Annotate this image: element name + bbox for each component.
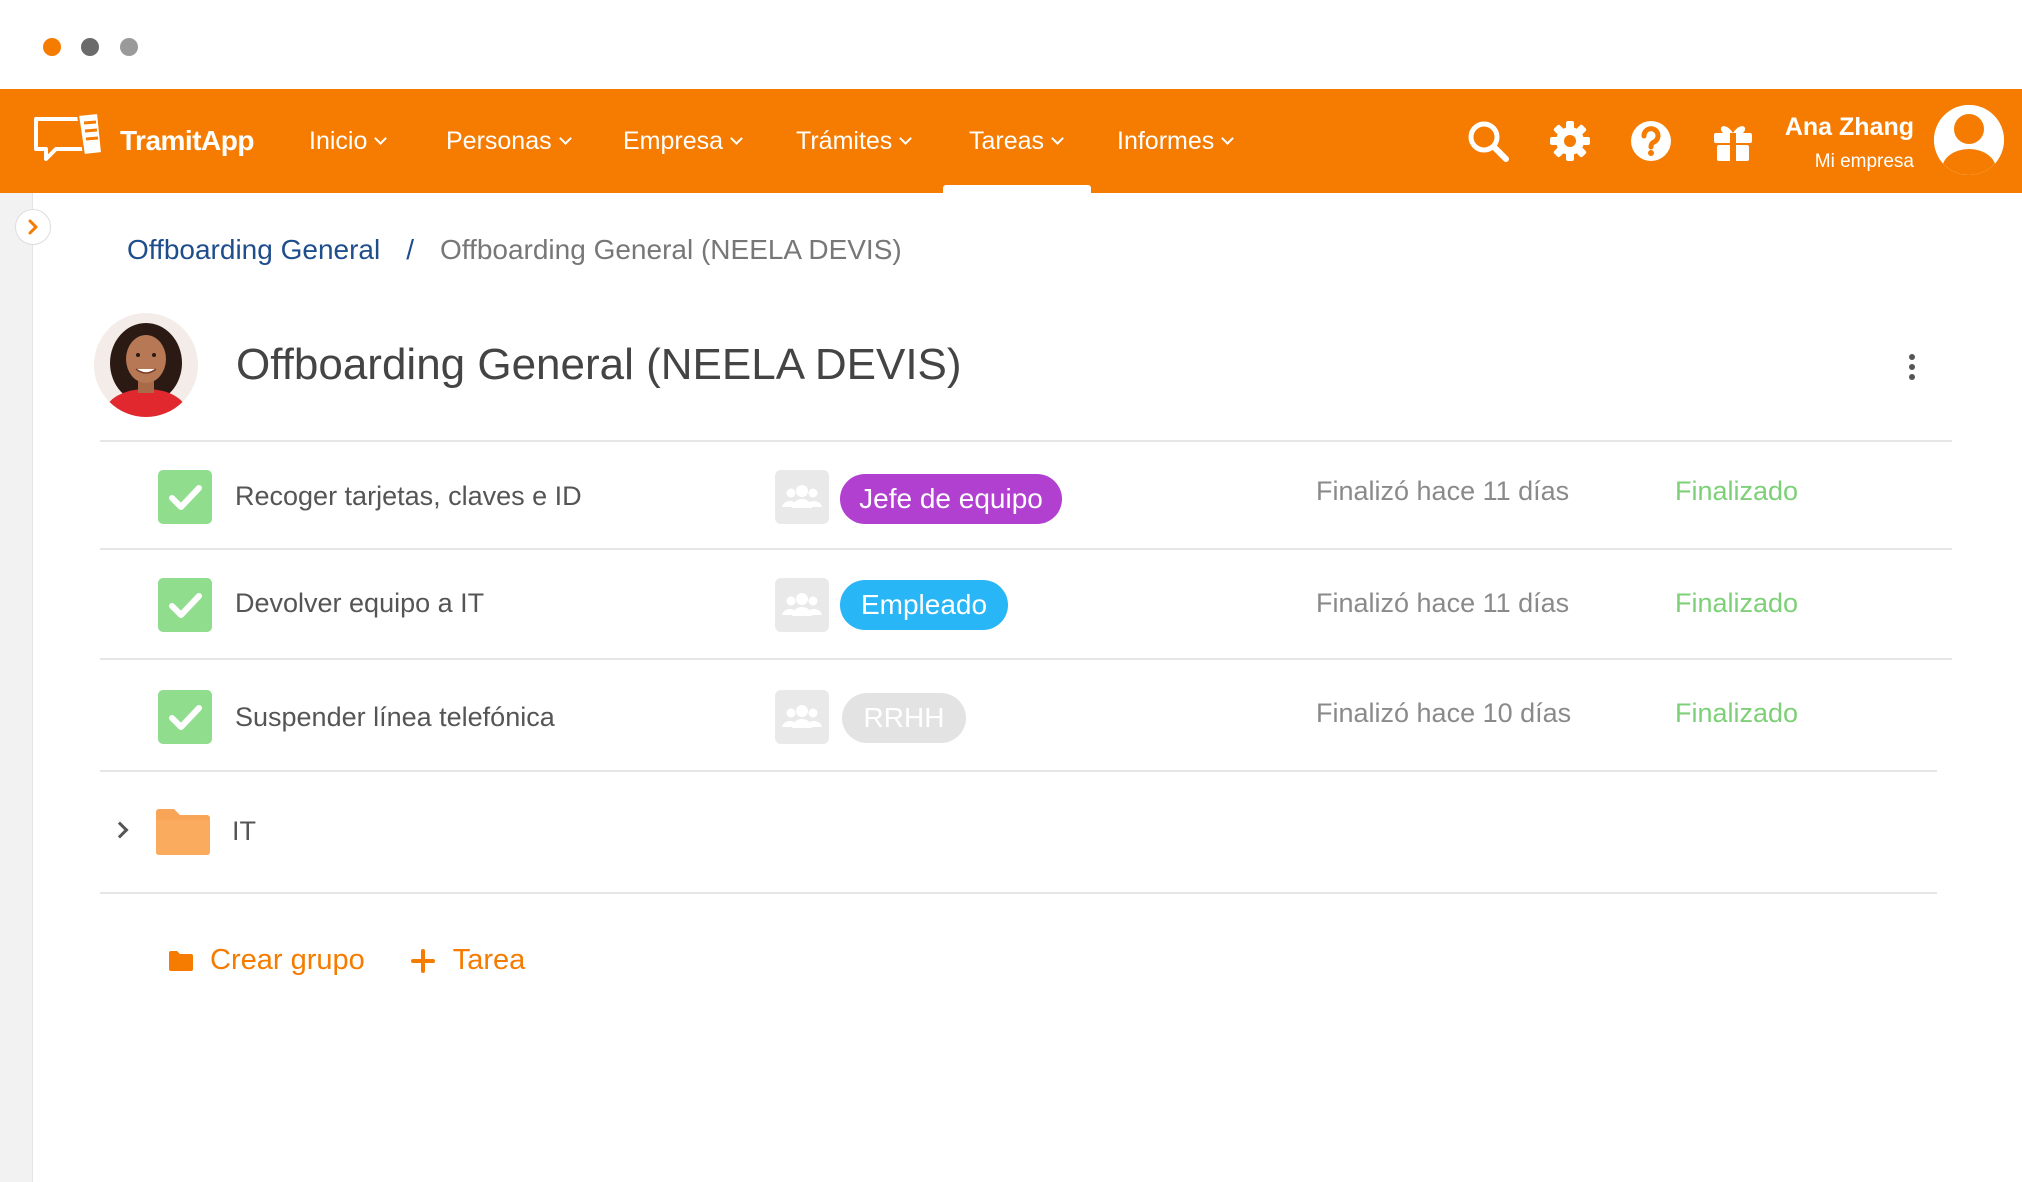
user-avatar-icon bbox=[1934, 105, 2004, 175]
group-icon bbox=[775, 690, 829, 744]
help-icon[interactable] bbox=[1629, 119, 1673, 163]
window-close-dot[interactable] bbox=[43, 38, 61, 56]
search-icon[interactable] bbox=[1466, 119, 1510, 163]
breadcrumb-separator: / bbox=[406, 234, 414, 265]
chevron-down-icon bbox=[374, 131, 388, 145]
folder-row[interactable]: IT bbox=[100, 770, 1937, 894]
gift-icon[interactable] bbox=[1711, 119, 1755, 163]
task-row[interactable]: Suspender línea telefónica RRHH Finalizó… bbox=[100, 658, 1952, 770]
check-icon[interactable] bbox=[158, 470, 212, 524]
breadcrumb-parent-link[interactable]: Offboarding General bbox=[127, 234, 380, 266]
sidebar-toggle-button[interactable] bbox=[15, 209, 51, 245]
nav-label: Trámites bbox=[796, 126, 893, 155]
nav-tramites[interactable]: Trámites bbox=[796, 89, 913, 193]
chevron-right-icon[interactable] bbox=[111, 821, 129, 839]
top-navbar: TramitApp Inicio Personas Empresa Trámit… bbox=[0, 89, 2022, 193]
actions-bar: Crear grupo Tarea bbox=[168, 944, 525, 977]
assignee-badge: Empleado bbox=[840, 580, 1008, 630]
folder-icon bbox=[156, 809, 210, 855]
folder-label[interactable]: IT bbox=[232, 816, 256, 847]
check-icon[interactable] bbox=[158, 578, 212, 632]
window-minimize-dot[interactable] bbox=[81, 38, 99, 56]
chat-logo-icon bbox=[34, 111, 104, 161]
task-name[interactable]: Suspender línea telefónica bbox=[235, 702, 555, 733]
chevron-right-icon bbox=[28, 219, 38, 235]
assignee-badge: Jefe de equipo bbox=[840, 474, 1062, 524]
status-badge: Finalizado bbox=[1675, 588, 1799, 618]
nav-empresa[interactable]: Empresa bbox=[623, 89, 743, 193]
nav-active-indicator bbox=[943, 185, 1091, 193]
create-group-button[interactable]: Crear grupo bbox=[168, 944, 365, 977]
nav-label: Empresa bbox=[623, 126, 724, 155]
nav-personas[interactable]: Personas bbox=[446, 89, 572, 193]
employee-avatar bbox=[94, 313, 198, 417]
app-name: TramitApp bbox=[120, 125, 254, 156]
finished-time: Finalizó hace 11 días bbox=[1316, 476, 1570, 506]
plus-icon bbox=[410, 948, 435, 973]
breadcrumb: Offboarding General / Offboarding Genera… bbox=[127, 234, 902, 266]
window-maximize-dot[interactable] bbox=[120, 38, 138, 56]
gear-icon[interactable] bbox=[1548, 119, 1592, 163]
status-badge: Finalizado bbox=[1675, 476, 1799, 506]
chevron-down-icon bbox=[730, 131, 743, 145]
chevron-down-icon bbox=[1221, 131, 1235, 145]
status-badge: Finalizado bbox=[1675, 698, 1799, 728]
nav-label: Personas bbox=[446, 126, 552, 155]
nav-label: Informes bbox=[1117, 126, 1215, 155]
nav-label: Tareas bbox=[969, 126, 1045, 155]
window-chrome bbox=[0, 0, 2022, 89]
task-name[interactable]: Devolver equipo a IT bbox=[235, 588, 484, 619]
group-icon bbox=[775, 578, 829, 632]
check-icon[interactable] bbox=[158, 690, 212, 744]
nav-inicio[interactable]: Inicio bbox=[309, 89, 388, 193]
create-group-label: Crear grupo bbox=[210, 944, 365, 976]
nav-tareas[interactable]: Tareas bbox=[969, 89, 1064, 193]
user-name[interactable]: Ana Zhang bbox=[1785, 113, 1914, 142]
user-avatar[interactable] bbox=[1934, 105, 2004, 175]
task-row[interactable]: Devolver equipo a IT Empleado Finalizó h… bbox=[100, 548, 1952, 658]
add-task-button[interactable]: Tarea bbox=[410, 944, 526, 977]
add-task-label: Tarea bbox=[452, 944, 526, 976]
nav-informes[interactable]: Informes bbox=[1117, 89, 1235, 193]
task-row[interactable]: Recoger tarjetas, claves e ID Jefe de eq… bbox=[100, 440, 1952, 548]
employee-photo-icon bbox=[94, 313, 198, 417]
app-logo[interactable]: TramitApp bbox=[32, 109, 254, 173]
more-options-icon[interactable] bbox=[1906, 354, 1918, 380]
user-company: Mi empresa bbox=[1814, 151, 1914, 172]
chevron-down-icon bbox=[899, 131, 913, 145]
chevron-down-icon bbox=[1051, 131, 1064, 145]
finished-time: Finalizó hace 10 días bbox=[1316, 698, 1572, 728]
folder-icon bbox=[169, 950, 193, 971]
assignee-badge: RRHH bbox=[842, 693, 966, 743]
nav-label: Inicio bbox=[309, 126, 368, 155]
finished-time: Finalizó hace 11 días bbox=[1316, 588, 1570, 618]
collapsed-sidebar bbox=[0, 193, 33, 1182]
task-name[interactable]: Recoger tarjetas, claves e ID bbox=[235, 481, 582, 512]
breadcrumb-current: Offboarding General (NEELA DEVIS) bbox=[439, 234, 902, 265]
page-title: Offboarding General (NEELA DEVIS) bbox=[236, 340, 962, 389]
chevron-down-icon bbox=[558, 131, 572, 145]
group-icon bbox=[775, 470, 829, 524]
